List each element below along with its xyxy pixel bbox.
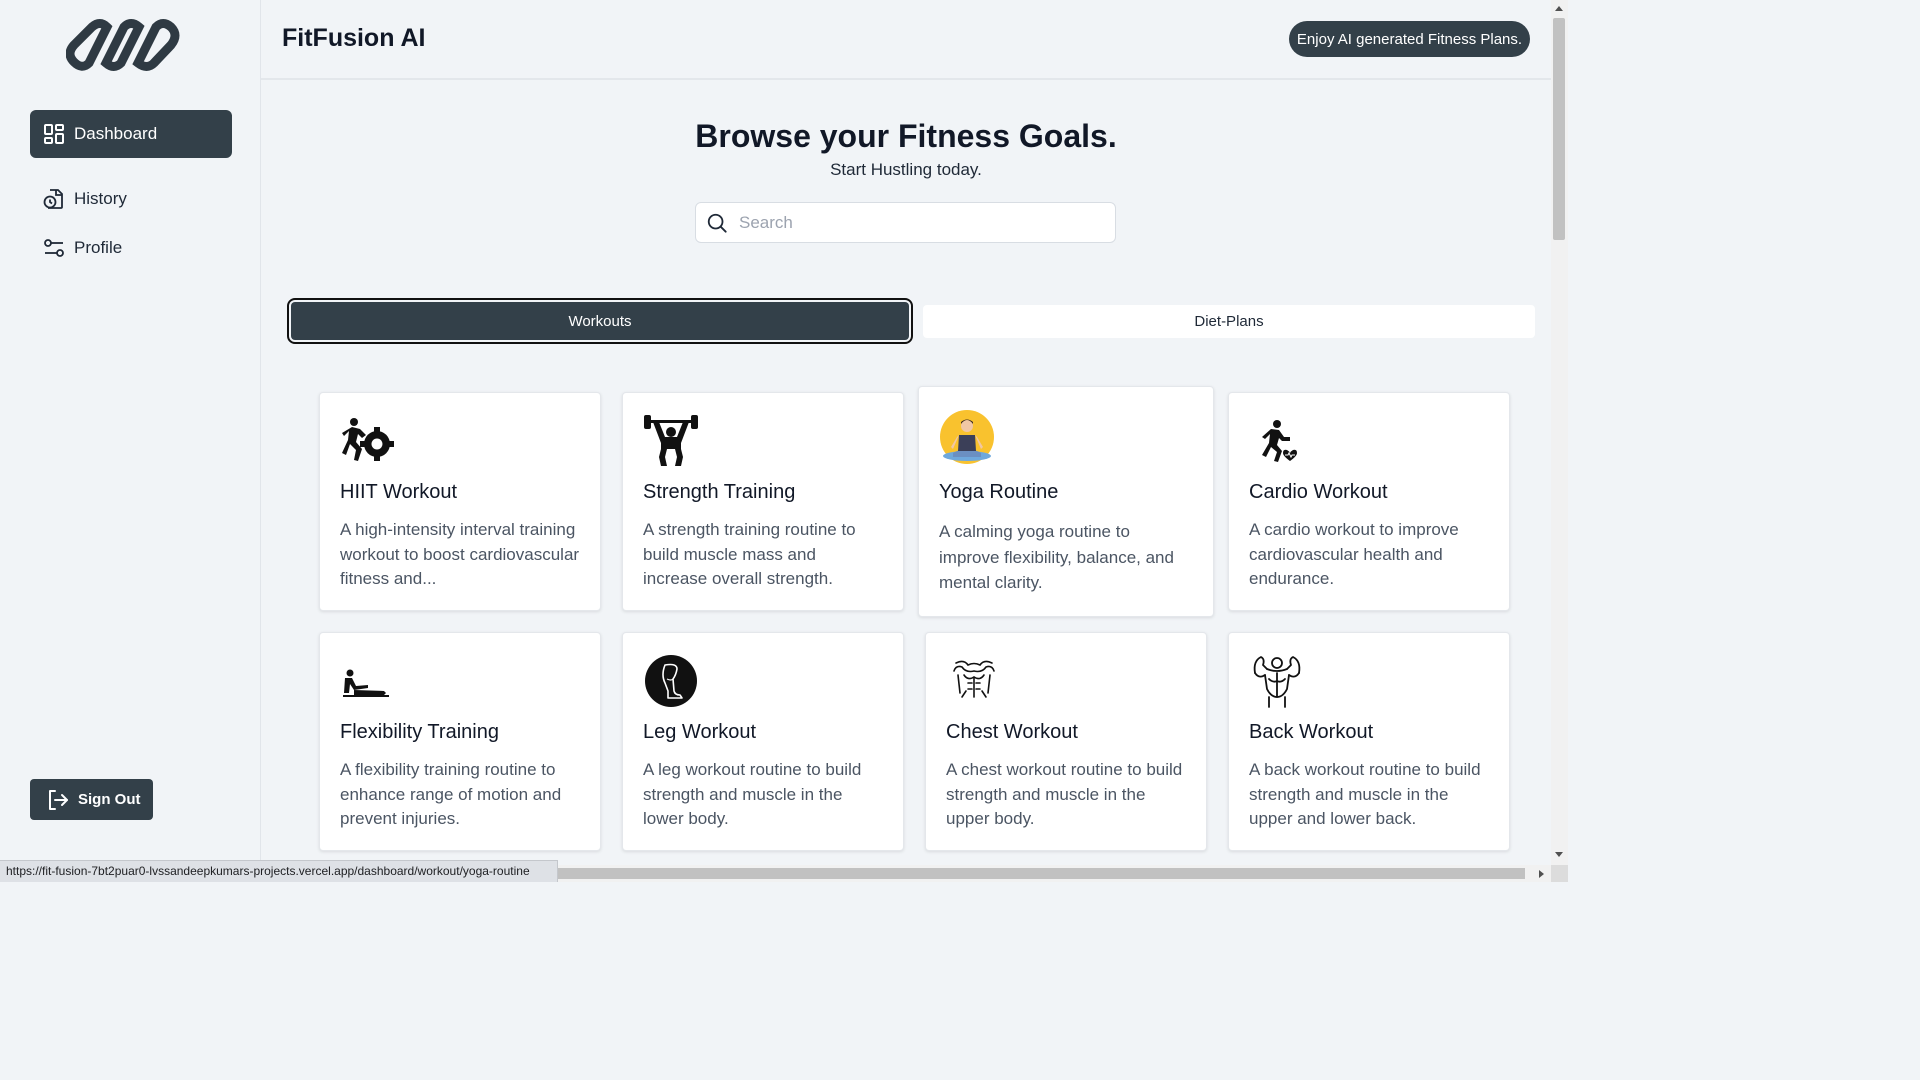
chest-torso-icon bbox=[953, 660, 995, 698]
tab-diet-plans[interactable]: Diet-Plans bbox=[923, 305, 1535, 338]
card-description: A back workout routine to build strength… bbox=[1249, 760, 1481, 828]
card-title: Chest Workout bbox=[946, 721, 1078, 743]
scroll-down-arrow-icon[interactable] bbox=[1555, 852, 1563, 857]
card-description: A high-intensity interval training worko… bbox=[340, 520, 580, 588]
horizontal-scroll-thumb[interactable] bbox=[540, 868, 1525, 879]
card-title: HIIT Workout bbox=[340, 481, 458, 503]
sidebar-item-dashboard[interactable]: Dashboard bbox=[30, 110, 232, 158]
sidebar-item-history[interactable]: History bbox=[30, 175, 232, 223]
weightlifter-icon bbox=[644, 415, 698, 466]
sidebar: Dashboard History Profile Sign Out bbox=[0, 0, 261, 882]
card-description: A cardio workout to improve cardiovascul… bbox=[1249, 520, 1459, 588]
scroll-up-arrow-icon[interactable] bbox=[1555, 6, 1563, 11]
card-description: A flexibility training routine to enhanc… bbox=[340, 760, 562, 828]
history-clock-icon bbox=[43, 189, 63, 209]
scroll-right-arrow-icon[interactable] bbox=[1539, 870, 1544, 878]
stretching-person-icon bbox=[343, 669, 389, 697]
workout-card-back[interactable]: Back Workout A back workout routine to b… bbox=[1228, 632, 1510, 851]
search-box[interactable] bbox=[695, 202, 1116, 243]
dashboard-grid-icon bbox=[44, 124, 64, 144]
main-content: Browse your Fitness Goals. Start Hustlin… bbox=[261, 80, 1551, 865]
workout-card-hiit[interactable]: HIIT Workout A high-intensity interval t… bbox=[319, 392, 601, 611]
workout-card-flexibility[interactable]: Flexibility Training A flexibility train… bbox=[319, 632, 601, 851]
sidebar-item-label: Dashboard bbox=[74, 124, 158, 143]
workout-card-leg[interactable]: Leg Workout A leg workout routine to bui… bbox=[622, 632, 904, 851]
card-description: A calming yoga routine to improve flexib… bbox=[939, 522, 1174, 592]
link-status-bar: https://fit-fusion-7bt2puar0-lvssandeepk… bbox=[0, 860, 558, 882]
search-input[interactable] bbox=[737, 211, 1081, 234]
ai-plans-banner[interactable]: Enjoy AI generated Fitness Plans. bbox=[1289, 21, 1530, 57]
leg-icon bbox=[645, 655, 697, 707]
card-title: Strength Training bbox=[643, 481, 796, 503]
workout-card-yoga[interactable]: Yoga Routine A calming yoga routine to i… bbox=[918, 386, 1214, 617]
page-subtitle: Start Hustling today. bbox=[830, 160, 982, 179]
vertical-scrollbar[interactable] bbox=[1551, 0, 1568, 865]
search-icon bbox=[707, 213, 727, 233]
app-logo-icon[interactable] bbox=[66, 18, 196, 72]
hiit-runner-gear-icon bbox=[342, 418, 394, 461]
card-title: Leg Workout bbox=[643, 721, 757, 743]
runner-heart-icon bbox=[1262, 420, 1297, 462]
card-description: A chest workout routine to build strengt… bbox=[946, 760, 1183, 828]
logout-icon bbox=[49, 789, 68, 810]
card-title: Yoga Routine bbox=[939, 481, 1059, 503]
workout-card-cardio[interactable]: Cardio Workout A cardio workout to impro… bbox=[1228, 392, 1510, 611]
card-description: A leg workout routine to build strength … bbox=[643, 760, 862, 828]
sign-out-label: Sign Out bbox=[78, 791, 141, 808]
scrollbar-corner bbox=[1551, 865, 1568, 882]
sidebar-item-label: History bbox=[74, 189, 127, 208]
card-title: Back Workout bbox=[1249, 721, 1374, 743]
top-header: FitFusion AI Enjoy AI generated Fitness … bbox=[261, 0, 1551, 80]
sidebar-item-profile[interactable]: Profile bbox=[30, 224, 232, 272]
card-title: Cardio Workout bbox=[1249, 481, 1388, 503]
workout-card-chest[interactable]: Chest Workout A chest workout routine to… bbox=[925, 632, 1207, 851]
card-title: Flexibility Training bbox=[340, 721, 499, 743]
yoga-meditation-icon bbox=[940, 410, 994, 464]
app-title: FitFusion AI bbox=[282, 24, 426, 52]
workout-card-strength[interactable]: Strength Training A strength training ro… bbox=[622, 392, 904, 611]
sidebar-item-label: Profile bbox=[74, 238, 123, 257]
tab-workouts[interactable]: Workouts bbox=[287, 298, 913, 344]
back-muscles-icon bbox=[1253, 656, 1301, 708]
card-description: A strength training routine to build mus… bbox=[643, 520, 856, 588]
sign-out-button[interactable]: Sign Out bbox=[30, 779, 153, 820]
vertical-scroll-thumb[interactable] bbox=[1553, 18, 1565, 240]
sliders-icon bbox=[44, 239, 64, 257]
page-title: Browse your Fitness Goals. bbox=[695, 118, 1117, 154]
